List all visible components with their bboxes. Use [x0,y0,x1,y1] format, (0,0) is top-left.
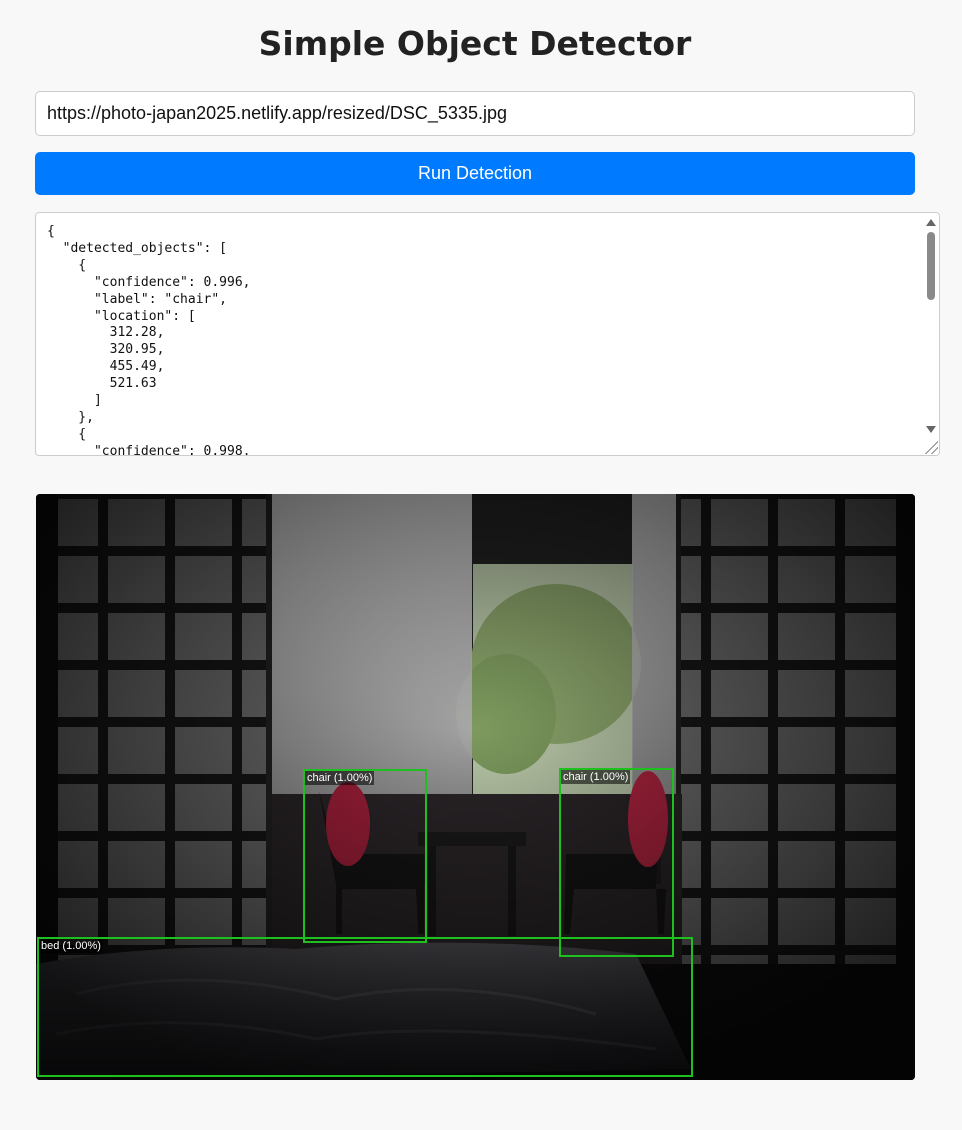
resize-grip-icon[interactable] [924,440,938,454]
run-detection-button[interactable]: Run Detection [35,152,915,195]
detection-label: bed (1.00%) [39,939,103,953]
scroll-up-arrow-icon[interactable] [926,219,936,226]
detection-label: chair (1.00%) [561,770,631,784]
detection-box-bed: bed (1.00%) [37,937,693,1077]
json-output-textarea[interactable]: { "detected_objects": [ { "confidence": … [35,212,940,456]
image-url-input[interactable] [35,91,915,136]
json-output-scrollbar[interactable] [923,213,939,455]
page-title: Simple Object Detector [258,24,692,63]
scroll-thumb[interactable] [927,232,935,300]
detection-image-panel: chair (1.00%) chair (1.00%) bed (1.00%) [36,494,915,1080]
detection-label: chair (1.00%) [305,771,375,785]
detection-box-chair-2: chair (1.00%) [559,768,674,957]
detection-box-chair-1: chair (1.00%) [303,769,427,943]
scroll-down-arrow-icon[interactable] [926,426,936,433]
json-output-text: { "detected_objects": [ { "confidence": … [47,224,251,456]
